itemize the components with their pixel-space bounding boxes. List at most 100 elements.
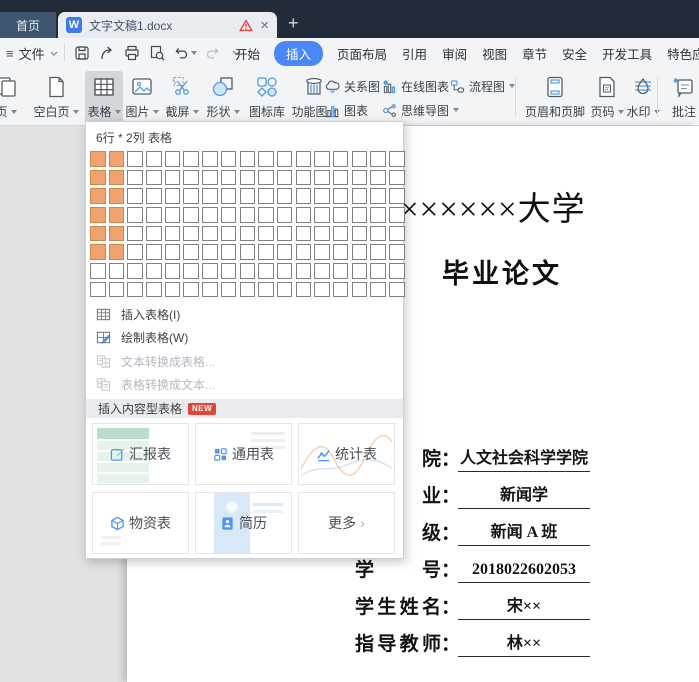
- grid-cell-r7-c14[interactable]: [333, 263, 349, 279]
- grid-cell-r6-c6[interactable]: [183, 244, 199, 260]
- grid-cell-r7-c4[interactable]: [146, 263, 162, 279]
- grid-cell-r8-c9[interactable]: [240, 282, 256, 298]
- document-tab[interactable]: W 文字文稿1.docx ×: [58, 12, 277, 38]
- grid-cell-r5-c17[interactable]: [389, 226, 405, 242]
- grid-cell-r7-c13[interactable]: [314, 263, 330, 279]
- grid-cell-r7-c2[interactable]: [109, 263, 125, 279]
- grid-cell-r2-c16[interactable]: [370, 170, 386, 186]
- print-preview-button[interactable]: [147, 44, 166, 62]
- grid-cell-r7-c9[interactable]: [240, 263, 256, 279]
- grid-cell-r3-c3[interactable]: [127, 188, 143, 204]
- grid-cell-r3-c10[interactable]: [258, 188, 274, 204]
- menu-tab-8[interactable]: 开发工具: [601, 42, 653, 65]
- grid-cell-r6-c8[interactable]: [221, 244, 237, 260]
- grid-cell-r6-c12[interactable]: [296, 244, 312, 260]
- grid-cell-r3-c5[interactable]: [165, 188, 181, 204]
- grid-cell-r4-c7[interactable]: [202, 207, 218, 223]
- grid-cell-r6-c3[interactable]: [127, 244, 143, 260]
- grid-cell-r7-c16[interactable]: [370, 263, 386, 279]
- grid-cell-r5-c2[interactable]: [109, 226, 125, 242]
- grid-cell-r4-c3[interactable]: [127, 207, 143, 223]
- header-footer-button[interactable]: 页眉和页脚: [522, 71, 588, 123]
- page-break-button[interactable]: 页: [0, 71, 26, 123]
- grid-cell-r5-c3[interactable]: [127, 226, 143, 242]
- grid-cell-r2-c5[interactable]: [165, 170, 181, 186]
- grid-cell-r2-c17[interactable]: [389, 170, 405, 186]
- grid-cell-r6-c11[interactable]: [277, 244, 293, 260]
- insert-table-menu-item[interactable]: 插入表格(I): [86, 302, 403, 326]
- grid-cell-r6-c15[interactable]: [352, 244, 368, 260]
- grid-cell-r5-c7[interactable]: [202, 226, 218, 242]
- grid-cell-r4-c5[interactable]: [165, 207, 181, 223]
- grid-cell-r1-c9[interactable]: [240, 151, 256, 167]
- grid-cell-r1-c1[interactable]: [90, 151, 106, 167]
- grid-cell-r2-c13[interactable]: [314, 170, 330, 186]
- icon-library-button[interactable]: 图标库: [243, 71, 291, 123]
- grid-cell-r7-c6[interactable]: [183, 263, 199, 279]
- grid-cell-r8-c7[interactable]: [202, 282, 218, 298]
- grid-cell-r3-c8[interactable]: [221, 188, 237, 204]
- grid-cell-r4-c10[interactable]: [258, 207, 274, 223]
- grid-cell-r6-c2[interactable]: [109, 244, 125, 260]
- draw-table-menu-item[interactable]: 绘制表格(W): [86, 326, 403, 350]
- file-menu-button[interactable]: ≡ 文件: [6, 42, 58, 64]
- grid-cell-r8-c17[interactable]: [389, 282, 405, 298]
- grid-cell-r4-c13[interactable]: [314, 207, 330, 223]
- grid-cell-r8-c13[interactable]: [314, 282, 330, 298]
- grid-cell-r4-c1[interactable]: [90, 207, 106, 223]
- mind-map-button[interactable]: 思维导图: [382, 100, 459, 120]
- new-tab-button[interactable]: +: [288, 14, 299, 32]
- more-tables-card[interactable]: 更多›: [298, 492, 395, 554]
- warning-icon[interactable]: [239, 19, 253, 32]
- grid-cell-r3-c1[interactable]: [90, 188, 106, 204]
- grid-cell-r2-c3[interactable]: [127, 170, 143, 186]
- undo-dropdown-caret[interactable]: [191, 51, 197, 55]
- blank-page-button[interactable]: 空白页: [30, 71, 82, 123]
- grid-cell-r1-c12[interactable]: [296, 151, 312, 167]
- flow-chart-button[interactable]: 流程图: [450, 76, 515, 96]
- grid-cell-r2-c6[interactable]: [183, 170, 199, 186]
- grid-cell-r2-c15[interactable]: [352, 170, 368, 186]
- grid-cell-r1-c3[interactable]: [127, 151, 143, 167]
- grid-cell-r2-c4[interactable]: [146, 170, 162, 186]
- grid-cell-r2-c10[interactable]: [258, 170, 274, 186]
- shapes-button[interactable]: 形状: [203, 71, 243, 123]
- grid-cell-r8-c5[interactable]: [165, 282, 181, 298]
- grid-cell-r8-c16[interactable]: [370, 282, 386, 298]
- grid-cell-r4-c9[interactable]: [240, 207, 256, 223]
- grid-cell-r4-c17[interactable]: [389, 207, 405, 223]
- grid-cell-r6-c4[interactable]: [146, 244, 162, 260]
- grid-cell-r2-c14[interactable]: [333, 170, 349, 186]
- grid-cell-r8-c14[interactable]: [333, 282, 349, 298]
- menu-tab-6[interactable]: 章节: [521, 42, 548, 65]
- grid-cell-r6-c5[interactable]: [165, 244, 181, 260]
- menu-tab-0[interactable]: 开始: [234, 42, 261, 65]
- grid-cell-r4-c14[interactable]: [333, 207, 349, 223]
- grid-cell-r4-c16[interactable]: [370, 207, 386, 223]
- grid-cell-r8-c10[interactable]: [258, 282, 274, 298]
- grid-cell-r5-c9[interactable]: [240, 226, 256, 242]
- grid-cell-r2-c12[interactable]: [296, 170, 312, 186]
- grid-cell-r2-c9[interactable]: [240, 170, 256, 186]
- grid-cell-r6-c10[interactable]: [258, 244, 274, 260]
- home-tab[interactable]: 首页: [0, 12, 56, 38]
- grid-cell-r7-c3[interactable]: [127, 263, 143, 279]
- grid-cell-r4-c6[interactable]: [183, 207, 199, 223]
- menu-tab-2[interactable]: 页面布局: [336, 42, 388, 65]
- menu-tab-4[interactable]: 审阅: [441, 42, 468, 65]
- grid-cell-r7-c5[interactable]: [165, 263, 181, 279]
- grid-cell-r5-c1[interactable]: [90, 226, 106, 242]
- grid-cell-r1-c6[interactable]: [183, 151, 199, 167]
- grid-cell-r1-c7[interactable]: [202, 151, 218, 167]
- export-button[interactable]: [97, 44, 116, 62]
- grid-cell-r7-c17[interactable]: [389, 263, 405, 279]
- menu-tab-9[interactable]: 特色应用: [666, 42, 699, 65]
- general-table-card[interactable]: 通用表: [195, 423, 292, 485]
- grid-cell-r3-c14[interactable]: [333, 188, 349, 204]
- relation-chart-button[interactable]: 关系图: [325, 76, 380, 96]
- report-table-card[interactable]: 汇报表: [92, 423, 189, 485]
- grid-cell-r2-c11[interactable]: [277, 170, 293, 186]
- table-button[interactable]: 表格: [85, 71, 123, 123]
- redo-button[interactable]: [203, 44, 222, 62]
- grid-cell-r5-c15[interactable]: [352, 226, 368, 242]
